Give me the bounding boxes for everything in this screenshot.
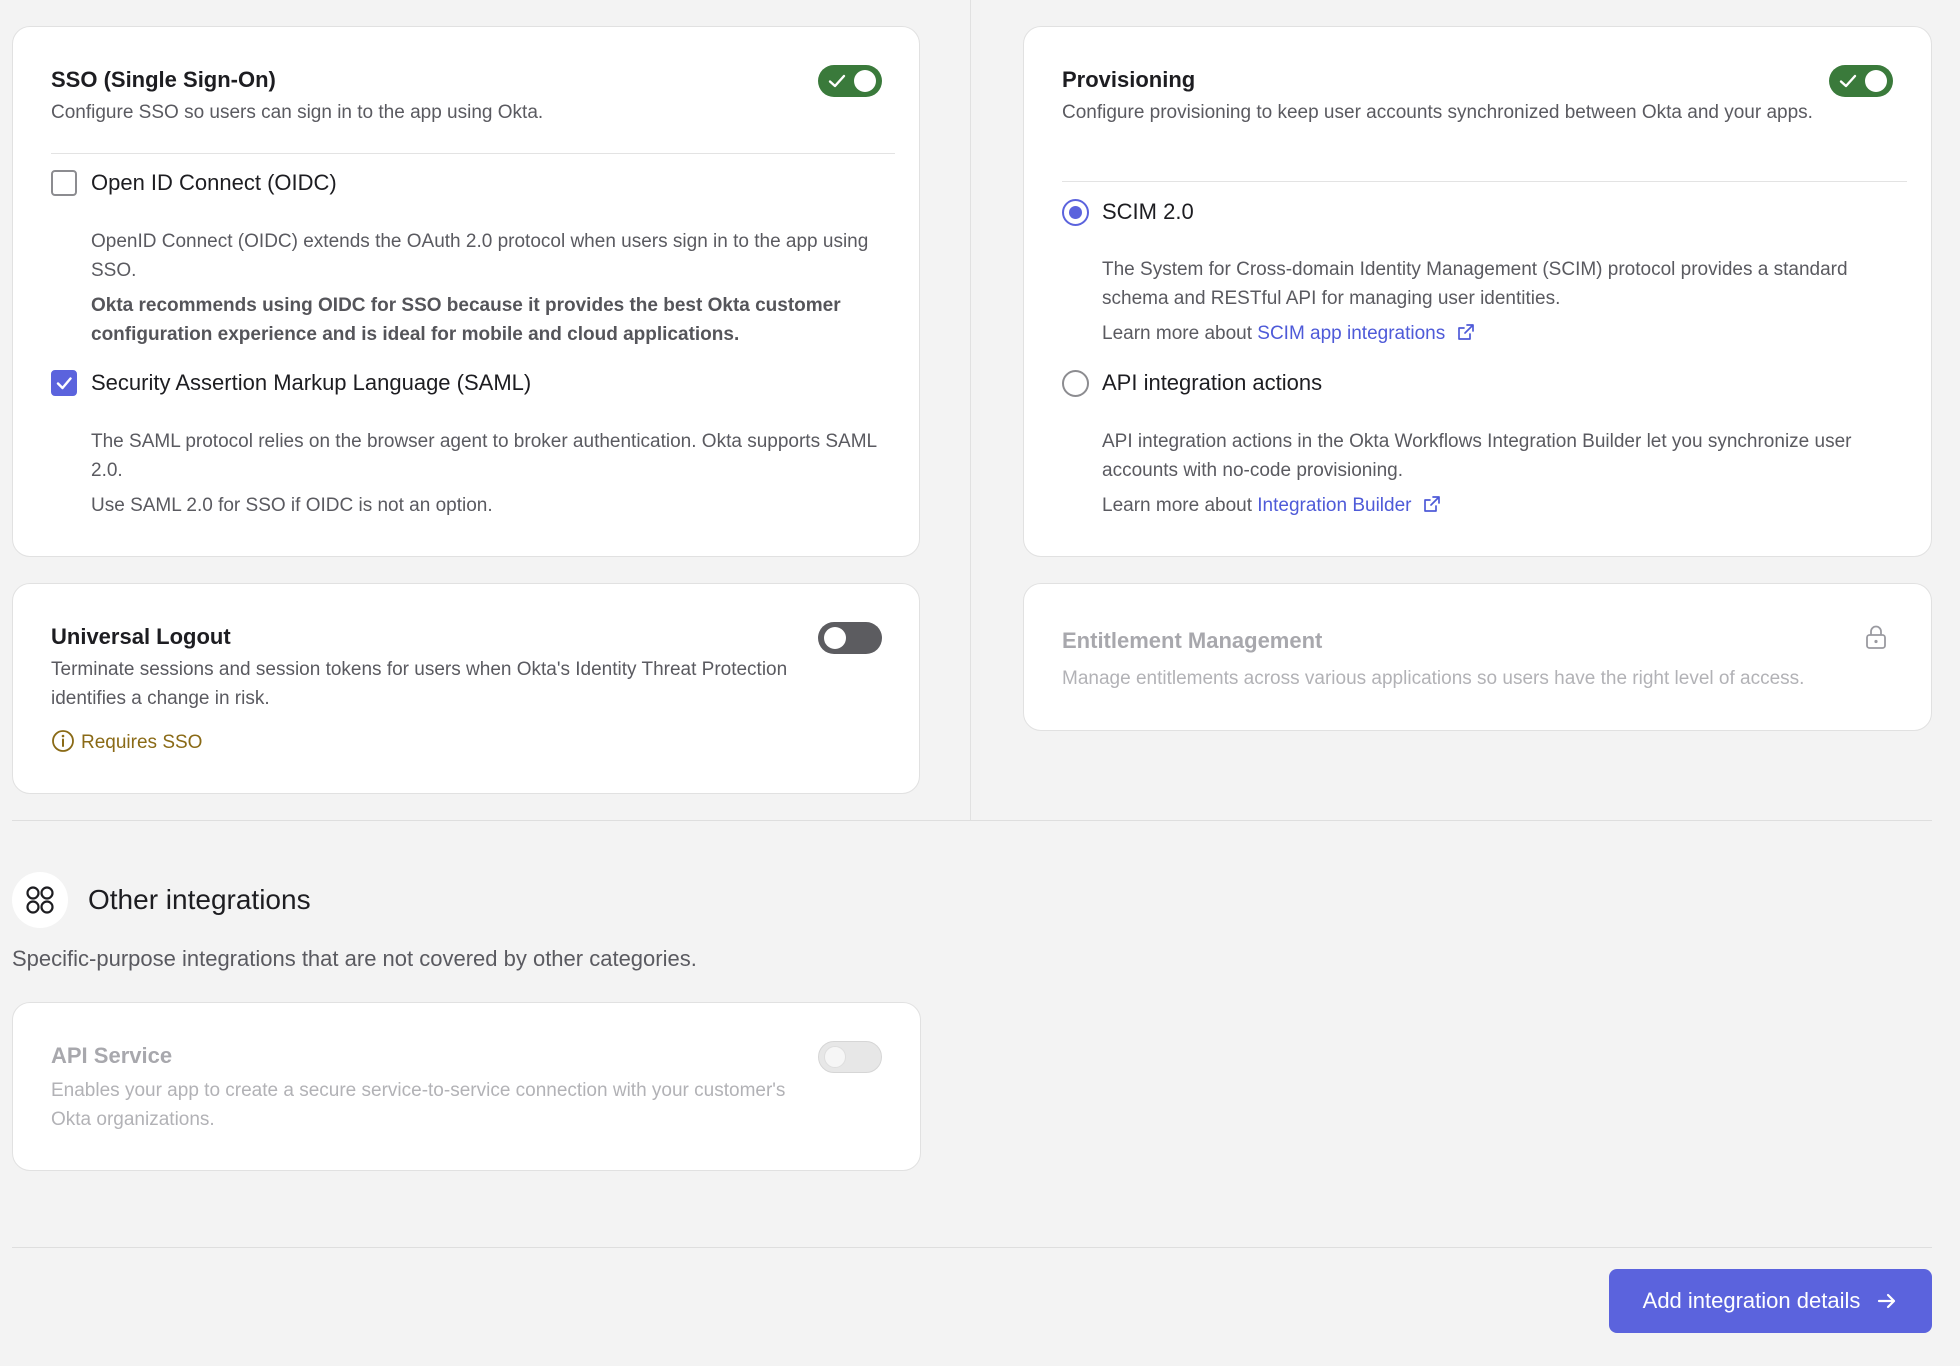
arrow-right-icon — [1878, 1293, 1896, 1309]
scim-learn-more: Learn more about SCIM app integrations — [1102, 319, 1475, 348]
lock-icon — [1866, 625, 1886, 649]
entitlement-title: Entitlement Management — [1062, 628, 1323, 653]
entitlement-description: Manage entitlements across various appli… — [1062, 668, 1805, 689]
universal-logout-description: Terminate sessions and session tokens fo… — [51, 659, 788, 709]
api-integration-actions-label[interactable]: API integration actions — [1102, 370, 1322, 396]
api-service-title: API Service — [51, 1043, 173, 1068]
toggle-knob — [1865, 70, 1887, 92]
scim-description: The System for Cross-domain Identity Man… — [1102, 259, 1848, 309]
add-integration-details-label: Add integration details — [1642, 1288, 1861, 1313]
scim-radio[interactable] — [1062, 199, 1089, 226]
oidc-checkbox[interactable] — [51, 170, 77, 196]
toggle-knob — [824, 627, 846, 649]
other-integrations-title: Other integrations — [88, 884, 311, 915]
api-integration-actions-radio[interactable] — [1062, 370, 1089, 397]
check-icon — [1839, 74, 1857, 88]
check-icon — [828, 74, 846, 88]
universal-logout-card: Universal Logout Terminate sessions and … — [12, 583, 920, 794]
column-divider — [970, 0, 971, 820]
requires-sso-warning: Requires SSO — [51, 729, 202, 754]
footer-divider — [12, 1247, 1932, 1248]
info-icon — [52, 730, 74, 752]
toggle-knob — [824, 1046, 846, 1068]
integration-builder-link[interactable]: Integration Builder — [1257, 495, 1411, 516]
api-integration-learn-more: Learn more about Integration Builder — [1102, 491, 1441, 520]
universal-logout-title: Universal Logout — [51, 624, 231, 649]
saml-checkbox[interactable] — [51, 370, 77, 396]
provisioning-card: Provisioning Configure provisioning to k… — [1023, 26, 1932, 557]
oidc-label[interactable]: Open ID Connect (OIDC) — [91, 170, 337, 196]
api-service-toggle — [818, 1041, 882, 1073]
sso-title: SSO (Single Sign-On) — [51, 67, 276, 92]
saml-description: The SAML protocol relies on the browser … — [91, 431, 877, 481]
check-icon — [56, 377, 72, 390]
toggle-knob — [854, 70, 876, 92]
provisioning-title: Provisioning — [1062, 67, 1196, 92]
api-service-card: API Service Enables your app to create a… — [12, 1002, 921, 1171]
universal-logout-toggle[interactable] — [818, 622, 882, 654]
sso-card: SSO (Single Sign-On) Configure SSO so us… — [12, 26, 920, 557]
integration-capabilities-page: SSO (Single Sign-On) Configure SSO so us… — [0, 0, 1960, 1366]
entitlement-management-card: Entitlement Management Manage entitlemen… — [1023, 583, 1932, 731]
grid-icon — [12, 872, 68, 928]
other-integrations-description: Specific-purpose integrations that are n… — [12, 946, 697, 971]
oidc-description: OpenID Connect (OIDC) extends the OAuth … — [91, 231, 869, 281]
provisioning-divider — [1062, 181, 1907, 182]
learn-more-prefix: Learn more about — [1102, 323, 1258, 344]
api-service-description: Enables your app to create a secure serv… — [51, 1080, 786, 1130]
sso-toggle[interactable] — [818, 65, 882, 97]
provisioning-description: Configure provisioning to keep user acco… — [1062, 102, 1813, 123]
saml-note: Use SAML 2.0 for SSO if OIDC is not an o… — [91, 495, 493, 516]
oidc-recommendation: Okta recommends using OIDC for SSO becau… — [91, 295, 841, 345]
sso-divider — [51, 153, 895, 154]
provisioning-toggle[interactable] — [1829, 65, 1893, 97]
external-link-icon[interactable] — [1457, 323, 1475, 341]
section-divider — [12, 820, 1932, 821]
api-integration-actions-description: API integration actions in the Okta Work… — [1102, 431, 1852, 481]
sso-description: Configure SSO so users can sign in to th… — [51, 102, 544, 123]
scim-app-integrations-link[interactable]: SCIM app integrations — [1257, 323, 1445, 344]
add-integration-details-button[interactable]: Add integration details — [1609, 1269, 1932, 1333]
scim-label[interactable]: SCIM 2.0 — [1102, 199, 1194, 225]
saml-label[interactable]: Security Assertion Markup Language (SAML… — [91, 370, 531, 396]
learn-more-prefix: Learn more about — [1102, 495, 1258, 516]
external-link-icon[interactable] — [1423, 495, 1441, 513]
requires-sso-text: Requires SSO — [81, 732, 203, 753]
